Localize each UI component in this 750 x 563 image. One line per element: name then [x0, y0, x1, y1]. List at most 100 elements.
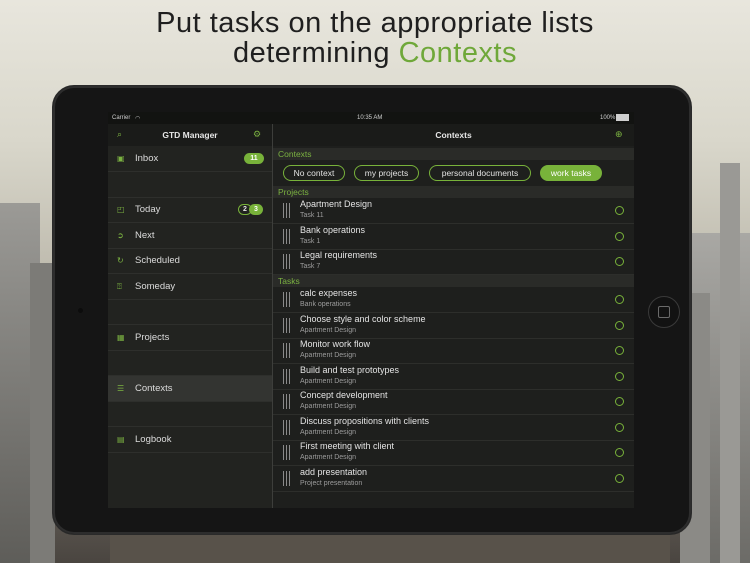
drag-handle-icon[interactable] — [283, 292, 291, 307]
pane-header: Contexts ⊕ — [273, 124, 634, 146]
checkbox-icon[interactable] — [615, 372, 624, 381]
question-icon: ⍰ — [117, 282, 122, 291]
task-row[interactable]: Discuss propositions with clients Apartm… — [273, 415, 634, 441]
task-project: Apartment Design — [300, 429, 357, 436]
task-title: add presentation — [300, 467, 368, 477]
sidebar-spacer — [108, 299, 272, 325]
chip-no-context[interactable]: No context — [283, 165, 345, 181]
contexts-icon: ☰ — [117, 384, 125, 393]
sidebar-item-scheduled[interactable]: ↻ Scheduled — [108, 248, 272, 274]
headline-line2-prefix: determining — [232, 37, 399, 69]
sidebar-item-label: Scheduled — [135, 255, 180, 266]
task-title: Concept development — [300, 390, 388, 400]
sidebar-item-label: Logbook — [135, 434, 172, 445]
inbox-count-badge: 11 — [244, 153, 264, 164]
battery-icon — [616, 114, 629, 121]
drag-handle-icon[interactable] — [283, 343, 291, 358]
drag-handle-icon[interactable] — [283, 203, 291, 218]
task-project: Apartment Design — [300, 454, 357, 461]
checkbox-icon[interactable] — [615, 232, 624, 241]
sidebar-item-contexts[interactable]: ☰ Contexts — [108, 376, 272, 402]
headline-line1: Put tasks on the appropriate lists — [156, 7, 594, 39]
headline-accent: Contexts — [398, 37, 518, 69]
task-project: Project presentation — [300, 480, 363, 487]
checkbox-icon[interactable] — [615, 474, 624, 483]
camera-icon — [78, 308, 83, 313]
status-bar: Carrier ◠ 10:35 AM 100% — [108, 112, 634, 124]
sidebar-item-today[interactable]: ◰ Today 2 3 — [108, 197, 272, 223]
task-row[interactable]: Concept development Apartment Design — [273, 389, 634, 415]
project-row[interactable]: Bank operations Task 1 — [273, 224, 634, 250]
task-title: calc expenses — [300, 288, 358, 298]
sidebar-header: ⌕ GTD Manager ⚙ — [108, 124, 272, 146]
project-row[interactable]: Legal requirements Task 7 — [273, 249, 634, 275]
add-icon[interactable]: ⊕ — [615, 130, 623, 139]
drag-handle-icon[interactable] — [283, 394, 291, 409]
sidebar-item-next[interactable]: ➲ Next — [108, 223, 272, 249]
wifi-icon: ◠ — [135, 116, 141, 122]
drag-handle-icon[interactable] — [283, 471, 291, 486]
sidebar-item-inbox[interactable]: ▣ Inbox 11 — [108, 146, 272, 172]
sidebar-item-someday[interactable]: ⍰ Someday — [108, 274, 272, 300]
task-title: Choose style and color scheme — [300, 314, 426, 324]
sidebar-item-projects[interactable]: ▦ Projects — [108, 325, 272, 351]
checkbox-icon[interactable] — [615, 397, 624, 406]
task-row[interactable]: Choose style and color scheme Apartment … — [273, 313, 634, 339]
task-row[interactable]: calc expenses Bank operations — [273, 287, 634, 313]
chip-personal-documents[interactable]: personal documents — [429, 165, 531, 181]
chip-my-projects[interactable]: my projects — [354, 165, 419, 181]
checkbox-icon[interactable] — [615, 295, 624, 304]
task-row[interactable]: First meeting with client Apartment Desi… — [273, 440, 634, 466]
projects-icon: ▦ — [117, 333, 125, 342]
today-due-badge: 3 — [249, 204, 263, 215]
project-title: Apartment Design — [300, 199, 373, 209]
sidebar-item-label: Next — [135, 230, 155, 241]
task-row[interactable]: add presentation Project presentation — [273, 466, 634, 492]
checkbox-icon[interactable] — [615, 206, 624, 215]
task-project: Bank operations — [300, 301, 351, 308]
drag-handle-icon[interactable] — [283, 254, 291, 269]
clock: 10:35 AM — [357, 115, 383, 121]
task-project: Apartment Design — [300, 378, 357, 385]
task-project: Apartment Design — [300, 352, 357, 359]
contexts-pane: Contexts ⊕ Contexts No context my projec… — [273, 124, 634, 508]
promo-headline: Put tasks on the appropriate lists deter… — [0, 8, 750, 68]
sidebar-item-label: Today — [135, 204, 161, 215]
checkbox-icon[interactable] — [615, 346, 624, 355]
calendar-icon: ◰ — [117, 205, 125, 214]
project-row[interactable]: Apartment Design Task 11 — [273, 198, 634, 224]
project-title: Bank operations — [300, 225, 366, 235]
app-title: GTD Manager — [162, 130, 218, 140]
checkbox-icon[interactable] — [615, 423, 624, 432]
checkbox-icon[interactable] — [615, 257, 624, 266]
drag-handle-icon[interactable] — [283, 369, 291, 384]
tasks-section-header: Tasks — [273, 275, 634, 287]
inbox-icon: ▣ — [117, 154, 125, 163]
gear-icon[interactable]: ⚙ — [253, 130, 261, 139]
drag-handle-icon[interactable] — [283, 318, 291, 333]
section-label: Contexts — [278, 149, 312, 159]
carrier-label: Carrier — [112, 115, 131, 121]
checkbox-icon[interactable] — [615, 448, 624, 457]
task-row[interactable]: Monitor work flow Apartment Design — [273, 338, 634, 364]
drag-handle-icon[interactable] — [283, 420, 291, 435]
background-building — [720, 163, 740, 563]
pane-title: Contexts — [435, 130, 472, 140]
checkbox-icon[interactable] — [615, 321, 624, 330]
sidebar-item-label: Contexts — [135, 383, 173, 394]
home-button[interactable] — [648, 296, 680, 328]
task-row[interactable]: Build and test prototypes Apartment Desi… — [273, 364, 634, 390]
contexts-section-header: Contexts — [273, 148, 634, 160]
project-subtitle: Task 7 — [300, 263, 321, 270]
sidebar: ⌕ GTD Manager ⚙ ▣ Inbox 11 ◰ Today 2 3 ➲… — [108, 124, 273, 508]
sidebar-item-label: Inbox — [135, 153, 159, 164]
chip-work-tasks[interactable]: work tasks — [540, 165, 602, 181]
drag-handle-icon[interactable] — [283, 445, 291, 460]
sidebar-item-label: Projects — [135, 332, 170, 343]
task-title: Build and test prototypes — [300, 365, 400, 375]
drag-handle-icon[interactable] — [283, 229, 291, 244]
context-chips: No context my projects personal document… — [273, 160, 634, 186]
project-title: Legal requirements — [300, 250, 378, 260]
sidebar-item-logbook[interactable]: ▤ Logbook — [108, 427, 272, 453]
task-project: Apartment Design — [300, 403, 357, 410]
